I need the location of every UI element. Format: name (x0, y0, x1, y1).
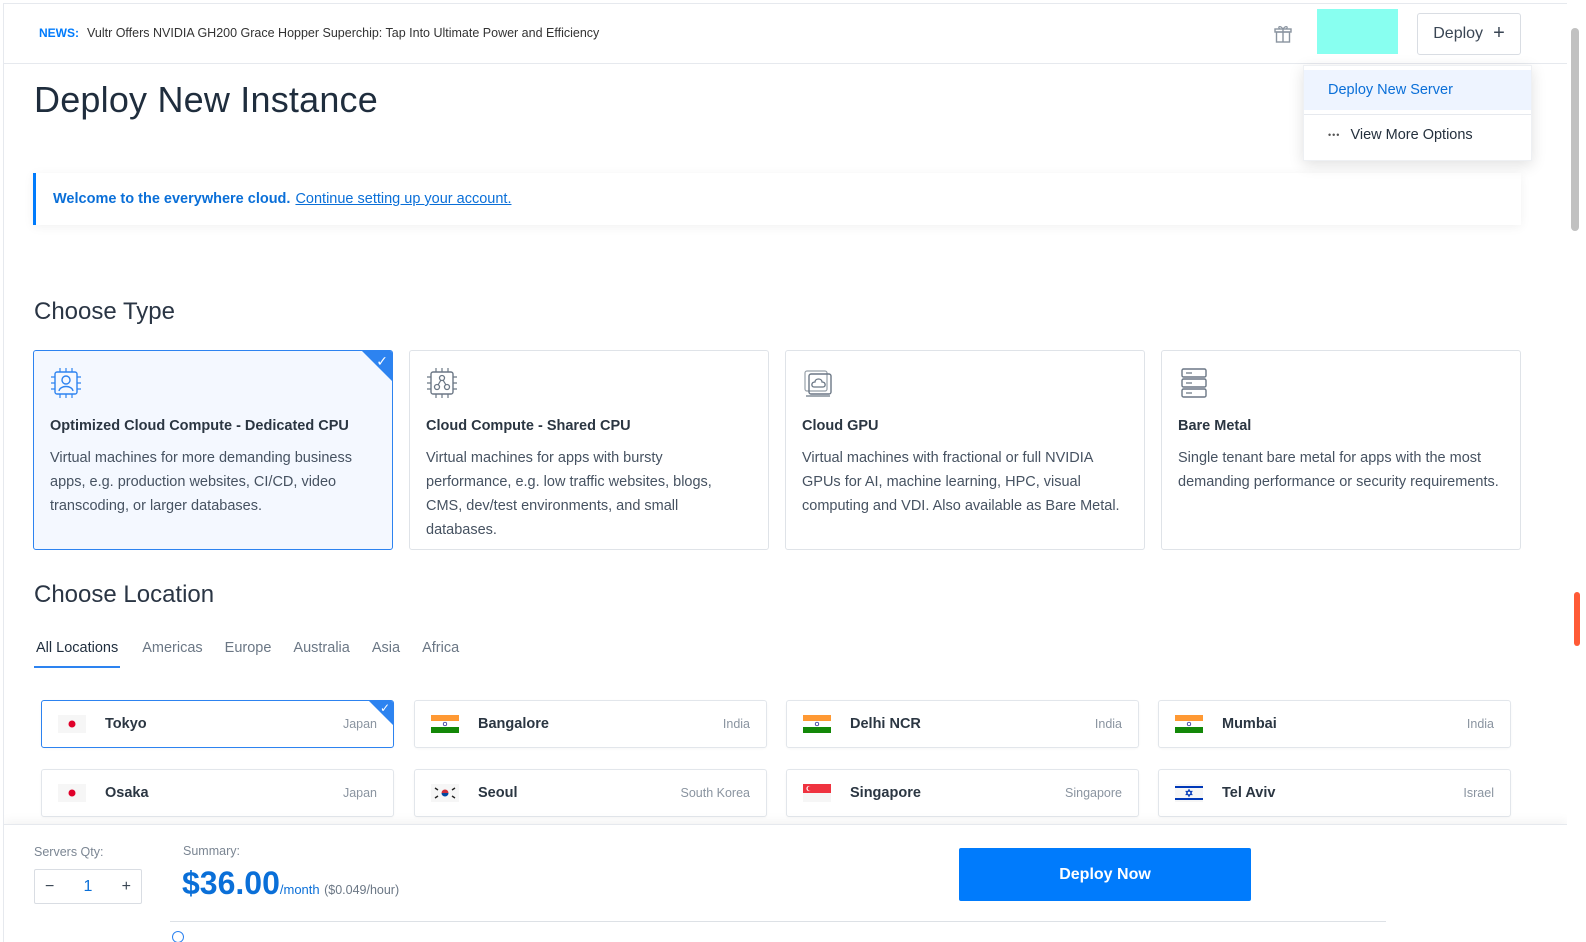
user-avatar[interactable] (1317, 9, 1398, 54)
india-flag-icon (431, 715, 459, 733)
location-city: Delhi NCR (850, 716, 921, 732)
tab-americas[interactable]: Americas (142, 636, 202, 668)
location-city: Mumbai (1222, 716, 1277, 732)
quantity-stepper: − 1 + (34, 869, 142, 904)
gpu-icon (804, 370, 832, 397)
location-country: Japan (342, 786, 377, 800)
menu-item-label: View More Options (1350, 127, 1473, 143)
location-country: South Korea (680, 786, 751, 800)
location-city: Seoul (478, 785, 518, 801)
choose-location-heading: Choose Location (34, 581, 215, 608)
japan-flag-icon (58, 784, 86, 802)
india-flag-icon (803, 715, 831, 733)
tab-australia[interactable]: Australia (293, 636, 349, 668)
location-city: Osaka (105, 785, 149, 801)
location-country: India (722, 717, 750, 731)
japan-flag-icon (58, 715, 86, 733)
page-title: Deploy New Instance (34, 79, 378, 120)
order-summary-bar: Servers Qty: − 1 + Summary: $36.00/month… (4, 824, 1567, 942)
type-card-optimized-cloud-compute[interactable]: ✓ Optimized Cloud Compute - Dedicated CP… (33, 350, 393, 550)
increment-button[interactable]: + (122, 878, 131, 896)
location-country: Israel (1463, 786, 1494, 800)
tab-europe[interactable]: Europe (225, 636, 272, 668)
type-card-cloud-compute[interactable]: Cloud Compute - Shared CPU Virtual machi… (409, 350, 769, 550)
israel-flag-icon (1175, 784, 1203, 802)
south-korea-flag-icon (431, 784, 459, 802)
menu-item-deploy-new-server[interactable]: Deploy New Server (1304, 70, 1531, 110)
deploy-button[interactable]: Deploy + (1417, 13, 1521, 55)
location-city: Tokyo (105, 716, 147, 732)
cpu-person-icon (51, 368, 81, 398)
card-description: Virtual machines for apps with bursty pe… (426, 450, 712, 538)
servers-qty-label: Servers Qty: (34, 845, 104, 859)
tab-africa[interactable]: Africa (422, 636, 459, 668)
location-tile-tel-aviv[interactable]: Tel Aviv Israel (1158, 769, 1511, 817)
location-city: Bangalore (478, 716, 549, 732)
info-icon (172, 931, 184, 942)
deploy-dropdown-menu: Deploy New Server ••• View More Options (1303, 65, 1532, 161)
singapore-flag-icon (803, 784, 831, 802)
quantity-value[interactable]: 1 (84, 878, 93, 896)
card-title: Cloud Compute - Shared CPU (426, 418, 631, 434)
location-city: Singapore (850, 785, 921, 801)
location-tile-delhi-ncr[interactable]: Delhi NCR India (786, 700, 1139, 748)
location-tabs: All Locations Americas Europe Australia … (34, 636, 481, 668)
decrement-button[interactable]: − (45, 878, 54, 896)
location-country: Singapore (1065, 786, 1122, 800)
check-icon: ✓ (379, 701, 390, 715)
deploy-button-label: Deploy (1433, 25, 1484, 42)
card-description: Virtual machines for more demanding busi… (50, 450, 352, 514)
server-rack-icon (1181, 368, 1207, 398)
banner-bold-text: Welcome to the everywhere cloud. (53, 191, 291, 207)
location-country: India (1466, 717, 1494, 731)
plus-icon: + (1493, 22, 1505, 44)
price-summary: $36.00/month ($0.049/hour) (182, 865, 399, 902)
scrollbar-thumb[interactable] (1571, 28, 1579, 231)
news-tag: NEWS: (39, 26, 79, 40)
location-country: Japan (342, 717, 377, 731)
news-text[interactable]: Vultr Offers NVIDIA GH200 Grace Hopper S… (87, 26, 599, 40)
location-tile-seoul[interactable]: Seoul South Korea (414, 769, 767, 817)
price-period: /month (279, 882, 320, 897)
page-scrollbar[interactable] (1567, 0, 1586, 942)
location-tile-singapore[interactable]: Singapore Singapore (786, 769, 1139, 817)
more-dots-icon: ••• (1328, 130, 1341, 140)
tab-asia[interactable]: Asia (372, 636, 400, 668)
type-card-cloud-gpu[interactable]: Cloud GPU Virtual machines with fraction… (785, 350, 1145, 550)
continue-setup-link[interactable]: Continue setting up your account. (295, 191, 511, 207)
location-tile-mumbai[interactable]: Mumbai India (1158, 700, 1511, 748)
location-city: Tel Aviv (1222, 785, 1276, 801)
type-card-bare-metal[interactable]: Bare Metal Single tenant bare metal for … (1161, 350, 1521, 550)
card-title: Optimized Cloud Compute - Dedicated CPU (50, 418, 349, 434)
summary-divider (170, 921, 1386, 922)
deploy-now-button[interactable]: Deploy Now (959, 848, 1251, 901)
gift-icon[interactable] (1273, 24, 1293, 44)
india-flag-icon (1175, 715, 1203, 733)
card-title: Cloud GPU (802, 418, 879, 434)
card-description: Single tenant bare metal for apps with t… (1178, 450, 1499, 490)
card-description: Virtual machines with fractional or full… (802, 450, 1120, 514)
summary-label: Summary: (183, 844, 240, 858)
cpu-nodes-icon (427, 368, 457, 398)
check-icon: ✓ (376, 353, 388, 369)
news-ticker[interactable]: NEWS: Vultr Offers NVIDIA GH200 Grace Hop… (39, 26, 599, 40)
location-tile-tokyo[interactable]: ✓ Tokyo Japan (41, 700, 394, 748)
app-frame: NEWS: Vultr Offers NVIDIA GH200 Grace Hop… (3, 3, 1567, 942)
choose-type-heading: Choose Type (34, 298, 175, 325)
location-tile-osaka[interactable]: Osaka Japan (41, 769, 394, 817)
tab-all-locations[interactable]: All Locations (34, 636, 121, 668)
menu-item-view-more-options[interactable]: ••• View More Options (1304, 115, 1531, 155)
welcome-banner: Welcome to the everywhere cloud. Continu… (33, 173, 1521, 225)
menu-item-label: Deploy New Server (1328, 82, 1453, 98)
monthly-price: $36.00 (182, 865, 280, 901)
location-tile-bangalore[interactable]: Bangalore India (414, 700, 767, 748)
scroll-position-marker (1574, 592, 1580, 646)
hourly-price: ($0.049/hour) (324, 883, 400, 897)
top-bar: NEWS: Vultr Offers NVIDIA GH200 Grace Hop… (4, 4, 1567, 64)
card-title: Bare Metal (1178, 418, 1252, 434)
location-country: India (1094, 717, 1122, 731)
